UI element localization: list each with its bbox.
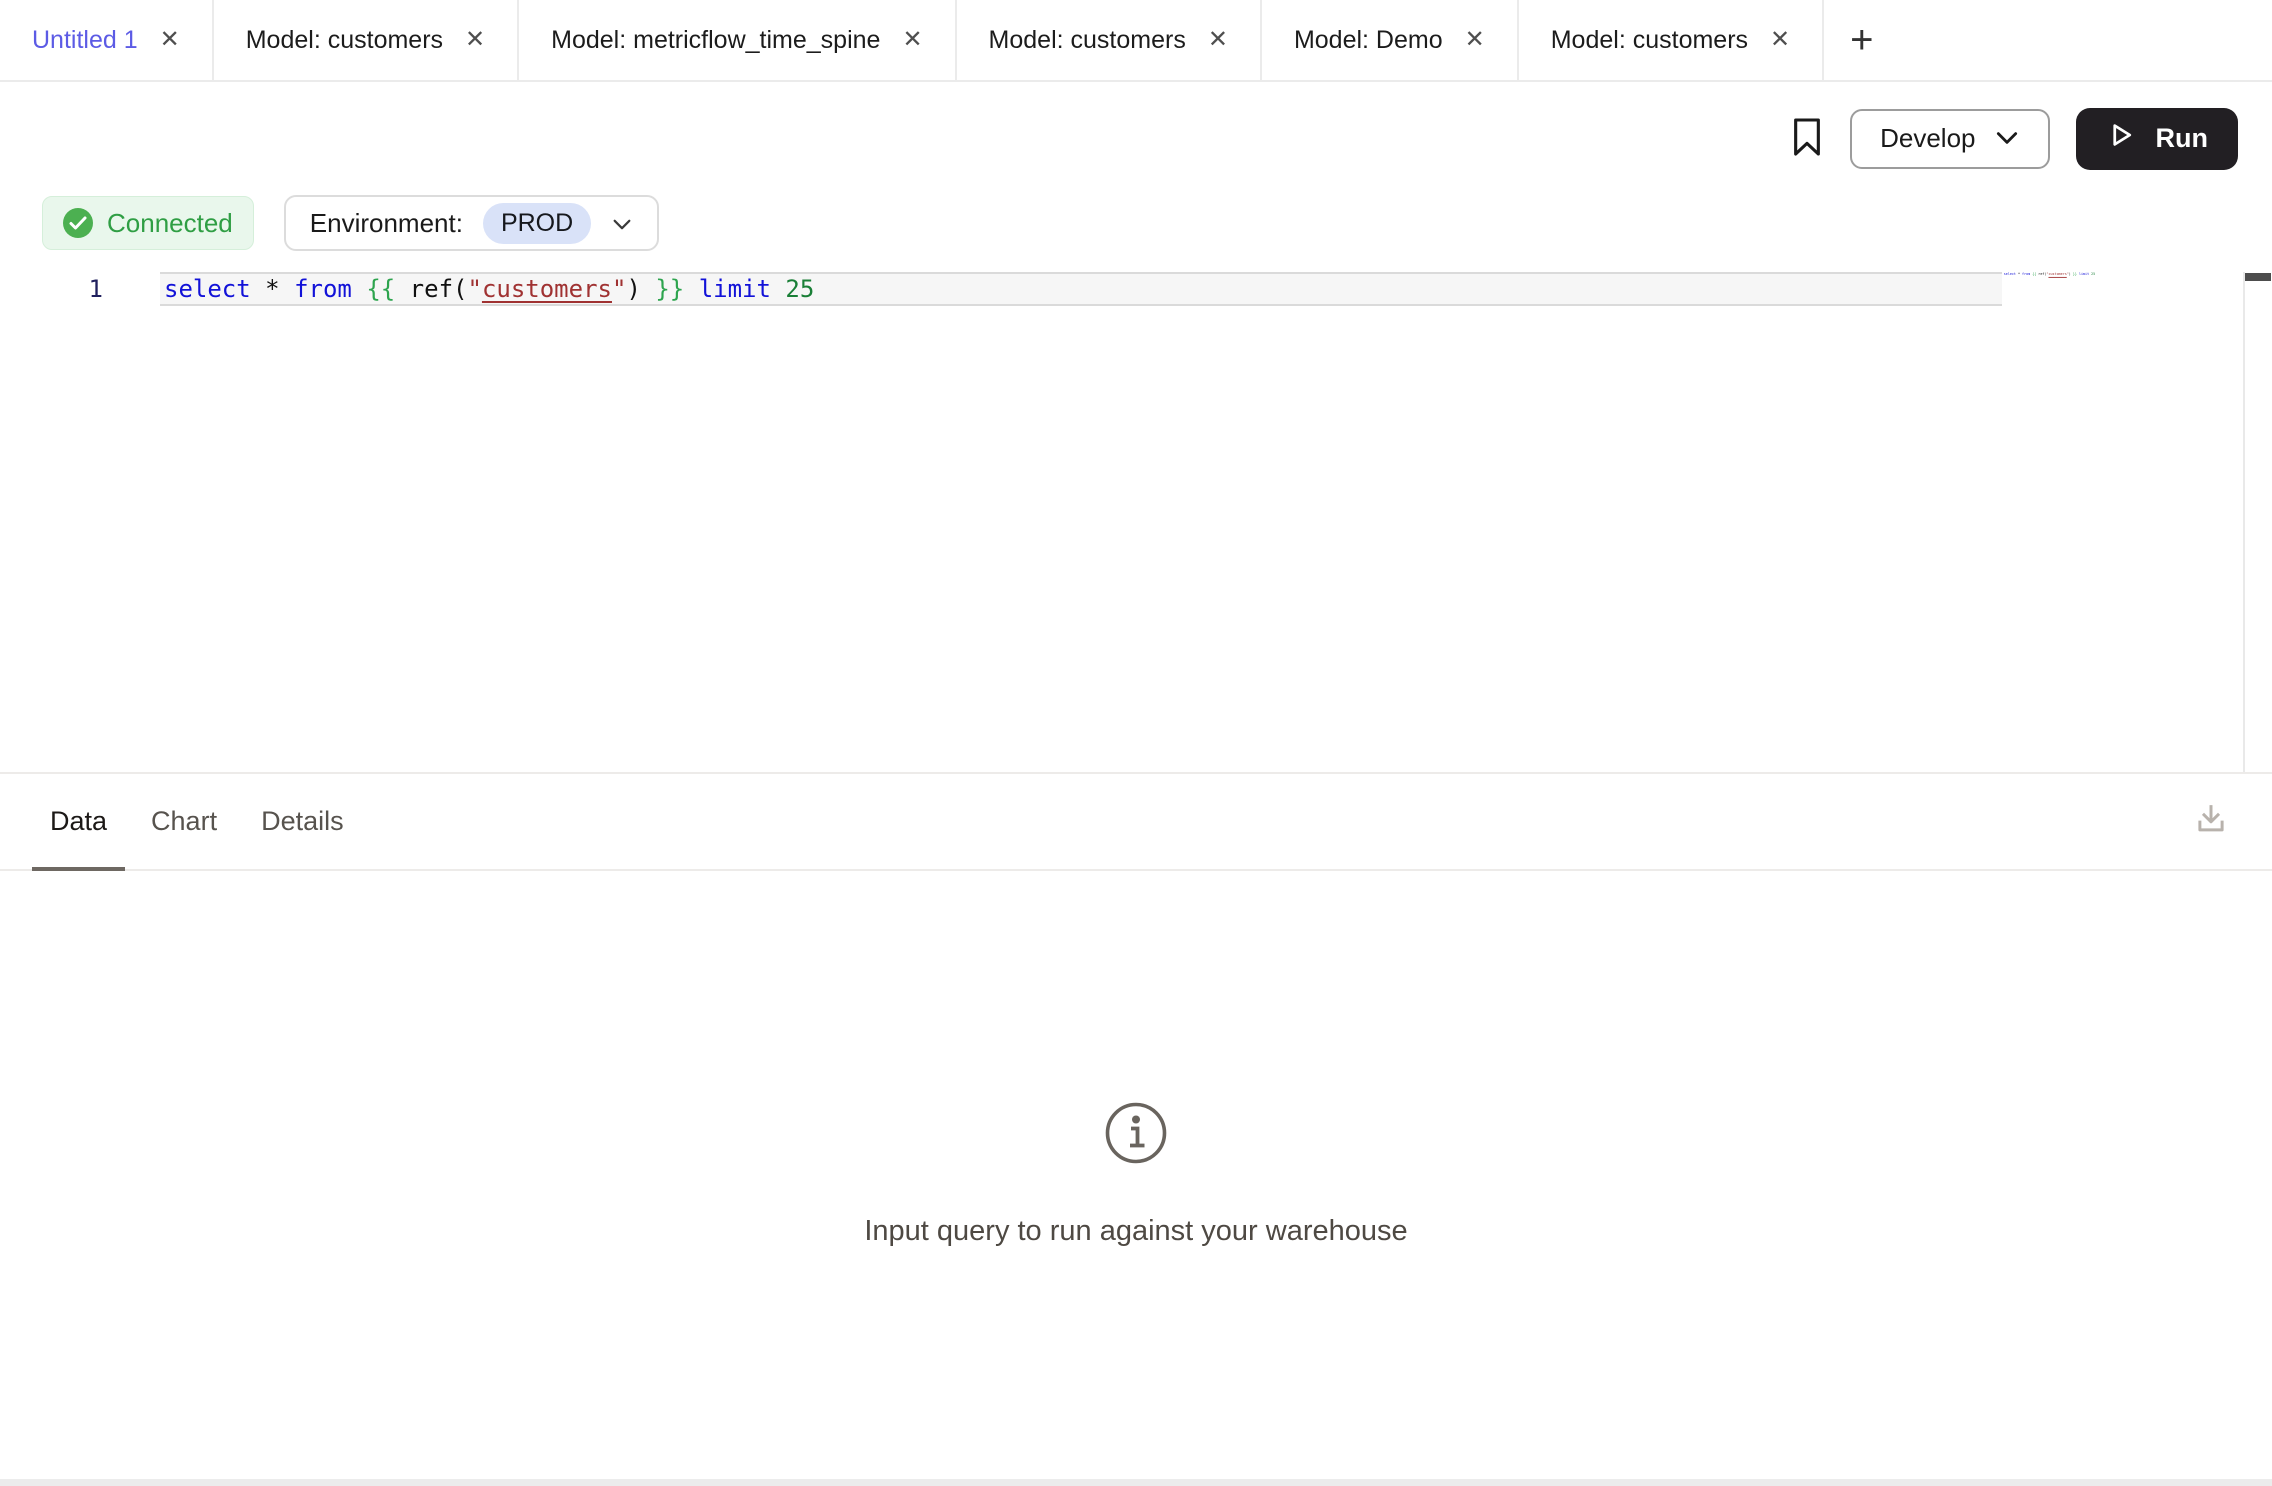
- scrollbar-thumb[interactable]: [2245, 273, 2271, 281]
- close-icon[interactable]: ✕: [902, 28, 922, 52]
- empty-state-message: Input query to run against your warehous…: [864, 1215, 1407, 1248]
- tab-data[interactable]: Data: [32, 774, 125, 869]
- develop-label: Develop: [1880, 123, 1975, 154]
- run-label: Run: [2156, 123, 2208, 154]
- tab-chart[interactable]: Chart: [133, 774, 235, 869]
- status-row: Connected Environment: PROD: [0, 195, 2272, 251]
- close-icon[interactable]: ✕: [1465, 28, 1485, 52]
- connection-status-badge: Connected: [42, 196, 254, 250]
- active-tab-underline: [32, 867, 125, 871]
- tab-details-label: Details: [261, 806, 344, 837]
- download-icon: [2190, 799, 2232, 844]
- check-circle-icon: [63, 208, 93, 238]
- tab-model-metricflow-time-spine[interactable]: Model: metricflow_time_spine ✕: [519, 0, 956, 80]
- environment-dropdown[interactable]: Environment: PROD: [284, 195, 659, 251]
- plus-icon: +: [1850, 18, 1873, 63]
- add-tab-button[interactable]: +: [1824, 0, 1899, 80]
- tab-model-customers-1[interactable]: Model: customers ✕: [214, 0, 519, 80]
- develop-dropdown-button[interactable]: Develop: [1850, 109, 2049, 169]
- info-icon: [1103, 1100, 1169, 1171]
- toolbar: Develop Run: [0, 82, 2272, 195]
- code-line-row: 1 select * from {{ ref("customers") }} l…: [0, 272, 2272, 306]
- editor-minimap[interactable]: select * from {{ ref("customers") }} lim…: [2004, 272, 2095, 276]
- tab-untitled-1[interactable]: Untitled 1 ✕: [0, 0, 214, 80]
- chevron-down-icon: [1994, 123, 2020, 154]
- bookmark-button[interactable]: [1790, 117, 1824, 160]
- tab-label: Model: customers: [989, 26, 1186, 55]
- environment-label: Environment:: [310, 208, 463, 239]
- tab-label: Model: Demo: [1294, 26, 1443, 55]
- download-button[interactable]: [2190, 799, 2232, 844]
- tab-label: Model: metricflow_time_spine: [551, 26, 880, 55]
- tab-label: Untitled 1: [32, 26, 138, 55]
- tab-model-customers-3[interactable]: Model: customers ✕: [1519, 0, 1824, 80]
- tab-model-demo[interactable]: Model: Demo ✕: [1262, 0, 1519, 80]
- play-icon: [2106, 120, 2136, 157]
- results-tabs: Data Chart Details: [0, 772, 2272, 871]
- bookmark-icon: [1790, 117, 1824, 160]
- line-number: 1: [0, 272, 160, 306]
- close-icon[interactable]: ✕: [160, 28, 180, 52]
- run-button[interactable]: Run: [2076, 108, 2238, 170]
- editor-tab-bar: Untitled 1 ✕ Model: customers ✕ Model: m…: [0, 0, 2272, 82]
- code-line[interactable]: select * from {{ ref("customers") }} lim…: [160, 272, 2002, 306]
- tab-model-customers-2[interactable]: Model: customers ✕: [957, 0, 1262, 80]
- results-panel: Data Chart Details: [0, 772, 2272, 1486]
- close-icon[interactable]: ✕: [1770, 28, 1790, 52]
- close-icon[interactable]: ✕: [1208, 28, 1228, 52]
- tab-label: Model: customers: [246, 26, 443, 55]
- sql-editor[interactable]: 1 select * from {{ ref("customers") }} l…: [0, 251, 2272, 772]
- results-empty-state: Input query to run against your warehous…: [0, 871, 2272, 1486]
- editor-scrollbar[interactable]: [2243, 272, 2272, 772]
- tab-label: Model: customers: [1551, 26, 1748, 55]
- bottom-edge-strip: [0, 1479, 2272, 1486]
- close-icon[interactable]: ✕: [465, 28, 485, 52]
- chevron-down-icon: [611, 208, 633, 239]
- tab-details[interactable]: Details: [243, 774, 362, 869]
- tab-chart-label: Chart: [151, 806, 217, 837]
- connected-label: Connected: [107, 208, 233, 239]
- tab-data-label: Data: [50, 806, 107, 837]
- ide-window: Untitled 1 ✕ Model: customers ✕ Model: m…: [0, 0, 2272, 1486]
- environment-value-pill: PROD: [483, 203, 591, 244]
